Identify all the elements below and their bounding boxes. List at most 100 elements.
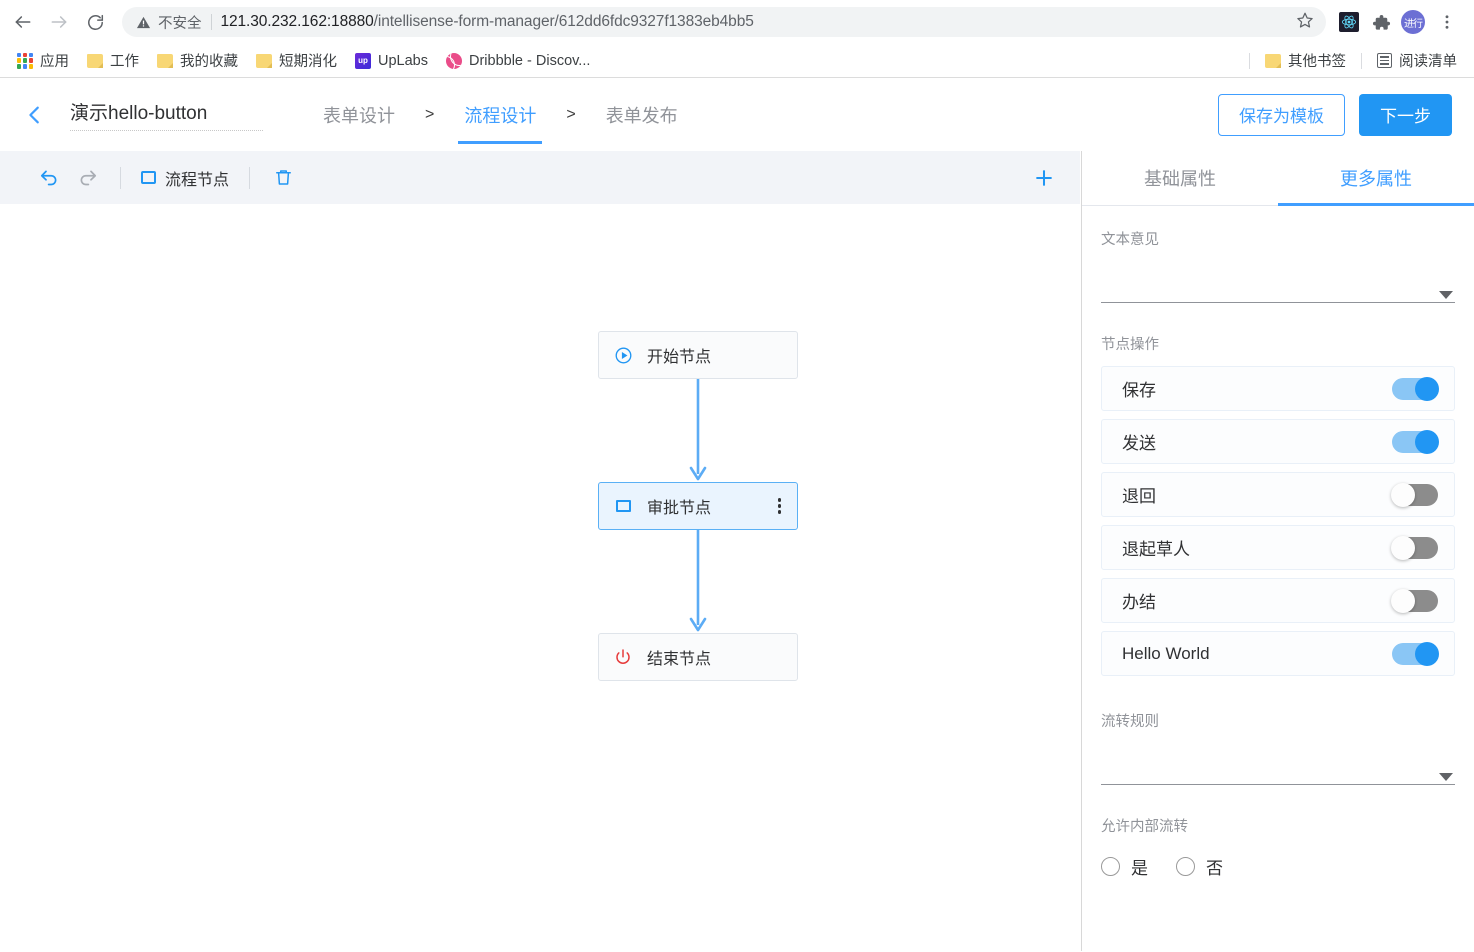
toolbar-divider: [120, 166, 121, 189]
next-step-button[interactable]: 下一步: [1359, 93, 1452, 136]
bookmark-label: UpLabs: [378, 52, 428, 69]
toggle-label: 办结: [1122, 593, 1156, 612]
bookmark-star-icon[interactable]: [1286, 11, 1314, 33]
radio-circle-icon: [1101, 857, 1120, 876]
play-circle-icon: [613, 345, 633, 365]
step-separator: >: [566, 105, 576, 123]
tab-more-properties[interactable]: 更多属性: [1278, 151, 1474, 206]
toggle-row[interactable]: Hello World: [1101, 631, 1455, 676]
radio-option-yes[interactable]: 是: [1101, 854, 1148, 879]
toggle-row[interactable]: 退起草人: [1101, 525, 1455, 570]
toolbar-divider: [249, 166, 251, 189]
flow-canvas-column: 流程节点 开始节点 审批节点 结束节点: [0, 151, 1081, 951]
bookmarks-bar-right: 其他书签 阅读清单: [1243, 46, 1466, 75]
radio-option-no[interactable]: 否: [1176, 854, 1223, 879]
bookmark-folder-work[interactable]: 工作: [78, 46, 148, 75]
tab-form-design[interactable]: 表单设计: [307, 78, 411, 151]
uplabs-icon: up: [355, 52, 371, 69]
bookmark-label: Dribbble - Discov...: [468, 52, 591, 69]
delete-button[interactable]: [264, 159, 302, 197]
bookmark-label: 其他书签: [1288, 54, 1346, 70]
flow-node-start[interactable]: 开始节点: [598, 331, 798, 379]
back-button[interactable]: [6, 5, 40, 39]
page-title: 演示hello-button: [70, 98, 263, 131]
arrow-down-icon: [689, 530, 707, 632]
toggle-label: Hello World: [1122, 643, 1210, 663]
flow-toolbar: 流程节点: [0, 151, 1080, 204]
bookmark-label: 应用: [40, 54, 69, 70]
plus-icon: [1036, 169, 1052, 186]
forward-button[interactable]: [42, 5, 76, 39]
tab-label: 更多属性: [1340, 169, 1412, 189]
insecure-warning-icon: [136, 16, 151, 28]
save-as-template-button[interactable]: 保存为模板: [1218, 93, 1345, 136]
toggle-row[interactable]: 退回: [1101, 472, 1455, 517]
flow-node-button[interactable]: 流程节点: [135, 166, 235, 190]
bookmark-dribbble[interactable]: Dribbble - Discov...: [437, 49, 599, 73]
toggle-switch-complete[interactable]: [1391, 588, 1438, 613]
flow-connector: [598, 379, 798, 482]
url-text: 121.30.232.162:18880/intellisense-form-m…: [221, 13, 754, 31]
toggle-label: 发送: [1122, 434, 1156, 453]
undo-arrow-icon: [40, 170, 56, 186]
properties-panel: 基础属性 更多属性 文本意见 节点操作 保存 发送 退回 退起草人 办结 Hel…: [1081, 151, 1474, 951]
toggle-label: 保存: [1122, 381, 1156, 400]
node-operations-label: 节点操作: [1101, 337, 1159, 353]
toggle-label: 退回: [1122, 487, 1156, 506]
toggle-switch-hello-world[interactable]: [1392, 641, 1439, 666]
radio-circle-icon: [1176, 857, 1195, 876]
toggle-switch-save[interactable]: [1392, 376, 1439, 401]
header-actions: 保存为模板 下一步: [1218, 93, 1452, 136]
app-header: 演示hello-button 表单设计 > 流程设计 > 表单发布 保存为模板 …: [0, 78, 1474, 151]
square-icon: [141, 171, 156, 184]
toggle-switch-return-to-drafter[interactable]: [1391, 535, 1438, 560]
puzzle-extensions-icon[interactable]: [1366, 7, 1396, 37]
security-status-text: 不安全: [158, 15, 202, 32]
flow-canvas[interactable]: 开始节点 审批节点 结束节点: [0, 204, 1080, 951]
reload-button[interactable]: [78, 5, 112, 39]
bookmark-uplabs[interactable]: up UpLabs: [346, 49, 437, 73]
caret-down-icon: [1439, 773, 1453, 781]
node-label: 开始节点: [647, 349, 712, 366]
flow-node-label: 流程节点: [165, 171, 230, 189]
node-menu-button[interactable]: [776, 494, 784, 518]
undo-button[interactable]: [30, 159, 68, 197]
flow-node-end[interactable]: 结束节点: [598, 633, 798, 681]
flow-node-approval[interactable]: 审批节点: [598, 482, 798, 530]
toggle-row[interactable]: 办结: [1101, 578, 1455, 623]
toggle-switch-return[interactable]: [1391, 482, 1438, 507]
node-operations-list: 保存 发送 退回 退起草人 办结 Hello World: [1101, 366, 1455, 676]
toggle-switch-send[interactable]: [1392, 429, 1439, 454]
add-node-button[interactable]: [1024, 158, 1064, 198]
square-icon: [613, 496, 633, 516]
properties-body: 文本意见 节点操作 保存 发送 退回 退起草人 办结 Hello World 流…: [1082, 206, 1474, 951]
url-host: 121.30.232.162:18880: [220, 13, 374, 30]
folder-icon: [256, 53, 272, 68]
toggle-row[interactable]: 发送: [1101, 419, 1455, 464]
chrome-menu-icon[interactable]: [1430, 5, 1464, 39]
node-label: 结束节点: [647, 651, 712, 668]
back-navigation-button[interactable]: [18, 98, 52, 132]
bookmark-folder-shortterm[interactable]: 短期消化: [247, 46, 346, 75]
flow-rule-select[interactable]: [1101, 757, 1455, 785]
toggle-label: 退起草人: [1122, 540, 1190, 559]
profile-avatar[interactable]: 进行: [1398, 7, 1428, 37]
tab-basic-properties[interactable]: 基础属性: [1082, 151, 1278, 205]
folder-icon: [157, 53, 173, 68]
bookmark-other-bookmarks[interactable]: 其他书签: [1256, 46, 1355, 75]
react-devtools-icon[interactable]: [1334, 7, 1364, 37]
flow-diagram: 开始节点 审批节点 结束节点: [598, 331, 798, 681]
arrow-down-icon: [689, 379, 707, 481]
address-bar[interactable]: 不安全 121.30.232.162:18880/intellisense-fo…: [122, 7, 1326, 37]
text-opinion-select[interactable]: [1101, 275, 1455, 303]
bookmark-label: 阅读清单: [1399, 54, 1457, 70]
reading-list-icon: [1377, 53, 1392, 68]
tab-form-publish[interactable]: 表单发布: [590, 78, 694, 151]
toggle-row[interactable]: 保存: [1101, 366, 1455, 411]
bookmark-reading-list[interactable]: 阅读清单: [1368, 46, 1466, 75]
caret-down-icon: [1439, 291, 1453, 299]
tab-flow-design[interactable]: 流程设计: [448, 78, 552, 151]
bookmark-folder-favorites[interactable]: 我的收藏: [148, 46, 247, 75]
redo-button[interactable]: [68, 159, 106, 197]
bookmark-apps[interactable]: 应用: [8, 46, 78, 75]
